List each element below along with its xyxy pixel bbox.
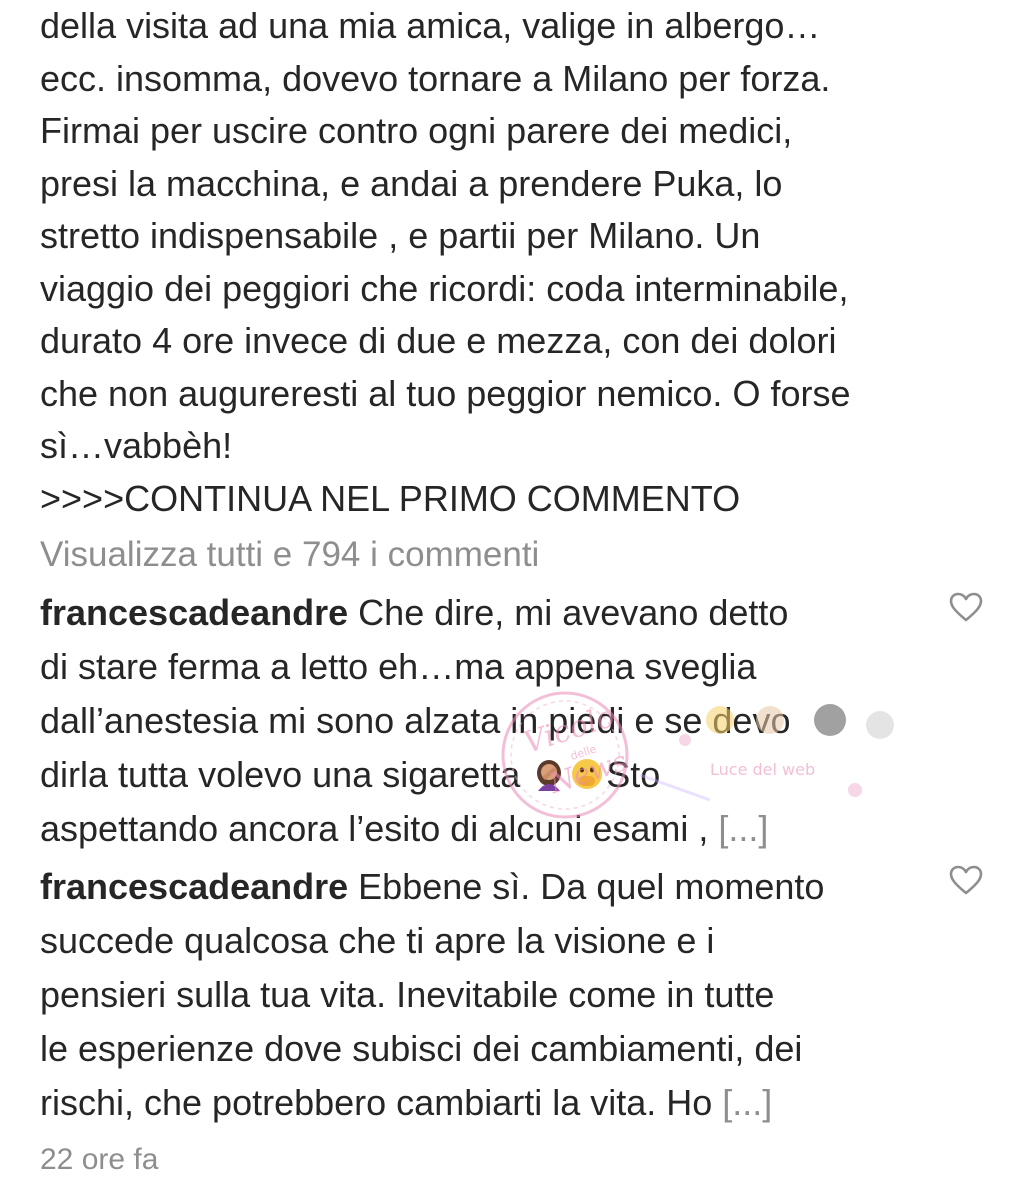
caption-line: della visita ad una mia amica, valige in…: [40, 5, 821, 46]
comment-line: francescadeandre Che dire, mi avevano de…: [40, 586, 920, 640]
face-with-hand-over-mouth-emoji: [572, 759, 603, 789]
woman-facepalming-emoji: [537, 760, 562, 791]
comment-text: rischi, che potrebbero cambiarti la vita…: [40, 1082, 723, 1123]
comment-text: Che dire, mi avevano detto: [348, 592, 789, 633]
more-link[interactable]: [...]: [718, 808, 768, 849]
comment-line: le esperienze dove subisci dei cambiamen…: [40, 1028, 803, 1069]
comment-line: dirla tutta volevo una sigaretta Sto: [40, 748, 920, 802]
comment-line: dall’anestesia mi sono alzata in piedi e…: [40, 700, 791, 741]
comment-username[interactable]: francescadeandre: [40, 592, 348, 633]
view-all-comments-link[interactable]: Visualizza tutti e 794 i commenti: [40, 530, 539, 580]
caption-line: Firmai per uscire contro ogni parere dei…: [40, 110, 793, 151]
caption-line: stretto indispensabile , e partii per Mi…: [40, 215, 761, 256]
like-heart-icon[interactable]: [948, 864, 984, 896]
comment-text: dirla tutta volevo una sigaretta: [40, 754, 531, 795]
comment-line: pensieri sulla tua vita. Inevitabile com…: [40, 974, 775, 1015]
post-timestamp: 22 ore fa: [40, 1143, 159, 1176]
caption-line: sì…vabbèh!: [40, 425, 233, 466]
comment-item: francescadeandre Ebbene sì. Da quel mome…: [40, 860, 920, 1130]
comment-line: succede qualcosa che ti apre la visione …: [40, 920, 715, 961]
comment-text: Sto: [606, 754, 661, 795]
comment-text: Ebbene sì. Da quel momento: [348, 866, 825, 907]
more-link[interactable]: [...]: [722, 1082, 772, 1123]
caption-line: che non augureresti al tuo peggior nemic…: [40, 372, 851, 414]
caption-line: presi la macchina, e andai a prendere Pu…: [40, 162, 783, 204]
comment-line: francescadeandre Ebbene sì. Da quel mome…: [40, 860, 920, 914]
comment-line: rischi, che potrebbero cambiarti la vita…: [40, 1076, 920, 1130]
comment-line: aspettando ancora l’esito di alcuni esam…: [40, 802, 920, 856]
caption-line: >>>>CONTINUA NEL PRIMO COMMENTO: [40, 477, 741, 519]
caption-line: viaggio dei peggiori che ricordi: coda i…: [40, 267, 849, 309]
caption-line: durato 4 ore invece di due e mezza, con …: [40, 320, 837, 361]
like-heart-icon[interactable]: [948, 591, 984, 623]
comment-item: francescadeandre Che dire, mi avevano de…: [40, 586, 920, 856]
comment-line: di stare ferma a letto eh…ma appena sveg…: [40, 646, 757, 687]
caption-line: ecc. insomma, dovevo tornare a Milano pe…: [40, 57, 831, 99]
comment-text: aspettando ancora l’esito di alcuni esam…: [40, 808, 719, 849]
post-caption: della visita ad una mia amica, valige in…: [40, 0, 990, 525]
comment-username[interactable]: francescadeandre: [40, 866, 348, 907]
